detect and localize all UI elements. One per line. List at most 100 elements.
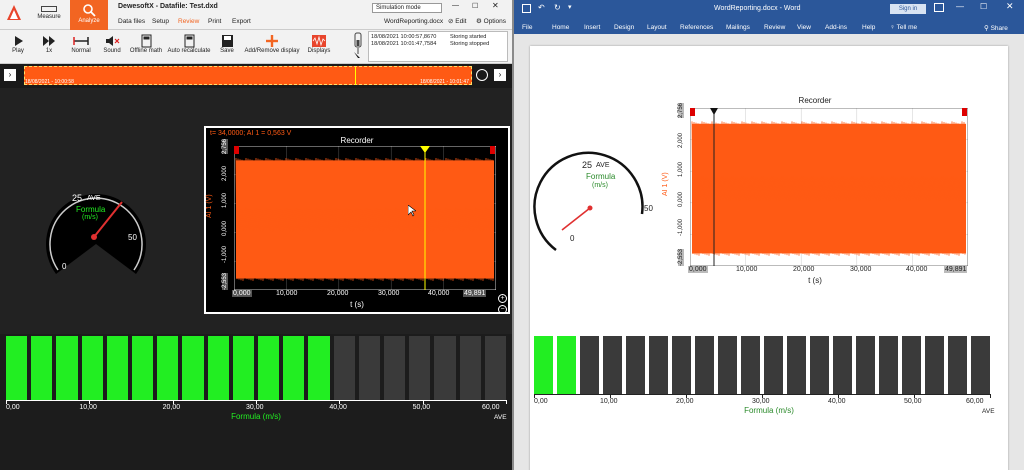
close-button[interactable]: ✕ (492, 1, 499, 10)
auto-recalculate-button[interactable]: Auto recalculate (166, 34, 212, 54)
timeline-right-button[interactable]: › (494, 69, 506, 81)
bar-indicator-display[interactable]: 0,00 10,00 20,00 30,00 40,00 50,00 60,00 Formu… (0, 334, 512, 470)
recorder-title: Recorder (340, 136, 374, 145)
ribbon-tab-view[interactable]: View (797, 24, 811, 31)
timeline-overview[interactable]: 18/08/2021 - 10:00:58 18/08/2021 - 10:01… (24, 66, 472, 85)
minimize-button[interactable]: — (956, 2, 964, 11)
range-icon (73, 37, 89, 45)
ribbon-tab-references[interactable]: References (680, 24, 713, 31)
gauge-channel-name: Formula (586, 172, 616, 181)
tab-measure[interactable]: Measure (34, 3, 64, 20)
bar-segment (106, 336, 128, 400)
clock-icon[interactable] (476, 69, 488, 81)
gauge-min-label: 0 (570, 234, 575, 243)
ribbon-tab-mailings[interactable]: Mailings (726, 24, 750, 31)
add-remove-display-button[interactable]: Add/Remove display (244, 34, 300, 54)
save-button[interactable]: Save (214, 34, 240, 54)
bar-axis-label: 10,00 (79, 404, 97, 411)
zoom-out-icon[interactable]: − (498, 305, 507, 314)
ribbon-tab-insert[interactable]: Insert (584, 24, 600, 31)
refresh-icon[interactable]: ↻ (554, 3, 561, 12)
bar-segment (810, 336, 829, 394)
bar-segment (695, 336, 714, 394)
bar-segment (925, 336, 944, 394)
bar-segment (626, 336, 645, 394)
offline-math-button[interactable]: Offline math (128, 34, 164, 54)
subtab-data-files[interactable]: Data files (118, 18, 145, 25)
subtab-review[interactable]: Review (178, 18, 199, 25)
gauge-channel-name: Formula (76, 205, 106, 214)
subtab-setup[interactable]: Setup (152, 18, 169, 25)
sign-in-button[interactable]: Sign in (890, 4, 926, 14)
tab-analyze[interactable]: Analyze (70, 0, 108, 30)
bar-axis-label: 0,00 (534, 398, 548, 405)
x-tick-label: 40,000 (906, 266, 928, 273)
gauge-value-label: 25 (582, 160, 593, 170)
bar-segments (534, 336, 990, 394)
recorder-plot[interactable] (234, 146, 496, 290)
right-cursor-marker[interactable] (962, 108, 967, 116)
x-axis-label: t (s) (808, 276, 822, 285)
normal-button[interactable]: Normal (66, 34, 96, 54)
fast-forward-icon (43, 36, 55, 46)
minimize-button[interactable]: — (452, 2, 459, 9)
ribbon-tab-file[interactable]: File (522, 24, 532, 31)
recorder-display[interactable]: t= 34,0000; AI 1 = 0,563 V Recorder AI 1… (204, 126, 510, 314)
sound-button[interactable]: Sound (98, 34, 126, 54)
dewesoft-toolbar: Play 1x Normal Sound Offline math Auto r… (0, 30, 512, 64)
ribbon-display-icon[interactable] (934, 3, 944, 12)
bar-axis-label: 0,00 (6, 404, 20, 411)
simulation-mode-box[interactable]: Simulation mode (372, 3, 442, 13)
bar-segment (902, 336, 921, 394)
recorder-ylabel: AI 1 (V) (206, 194, 213, 218)
gauge-value-label: 25 (72, 193, 83, 203)
y-tick-label: -2,553 (222, 272, 228, 290)
undo-icon[interactable]: ↶ (538, 3, 545, 12)
person-icon: ⚲ (984, 25, 989, 32)
bar-axis-label: 60,00 (482, 404, 500, 411)
bar-segment (649, 336, 668, 394)
y-tick-label: 0,000 (678, 191, 684, 207)
left-cursor-marker[interactable] (690, 108, 695, 116)
close-button[interactable]: ✕ (1006, 1, 1014, 12)
bar-segment (434, 336, 456, 400)
maximize-button[interactable]: ☐ (472, 2, 478, 10)
y-tick-label: 2,000 (678, 132, 684, 148)
maximize-button[interactable]: ☐ (980, 2, 987, 11)
share-button[interactable]: ⚲ Share (984, 24, 1008, 32)
displays-button[interactable]: Displays (304, 34, 334, 54)
speaker-muted-icon (106, 36, 120, 46)
subtab-export[interactable]: Export (232, 18, 251, 25)
gauge-unit: (m/s) (82, 214, 98, 221)
ribbon-tab-help[interactable]: Help (862, 24, 875, 31)
x-tick-label: 30,000 (850, 266, 872, 273)
dewesoft-logo-icon (6, 4, 22, 22)
bar-segment (580, 336, 599, 394)
plus-icon (266, 35, 278, 47)
timeline-cursor[interactable] (355, 67, 356, 85)
bar-segment (833, 336, 852, 394)
ribbon-tab-design[interactable]: Design (614, 24, 634, 31)
gauge-stat-label: AVE (596, 162, 610, 169)
right-cursor-marker[interactable] (490, 146, 495, 154)
options-button[interactable]: ⚙ Options (476, 17, 506, 25)
quick-access-menu-icon[interactable]: ▾ (568, 3, 572, 11)
timeline-left-button[interactable]: › (4, 69, 16, 81)
x-start-label: 0,000 (232, 290, 252, 297)
play-button[interactable]: Play (4, 34, 32, 54)
bar-segment (6, 336, 28, 400)
ribbon-tab-add-ins[interactable]: Add-ins (825, 24, 847, 31)
save-icon[interactable] (522, 4, 531, 13)
ribbon-tab-home[interactable]: Home (552, 24, 569, 31)
storing-status-icon (352, 32, 364, 60)
edit-button[interactable]: ⊘ Edit (448, 17, 466, 25)
ribbon-tab-layout[interactable]: Layout (647, 24, 667, 31)
left-cursor-marker[interactable] (234, 146, 239, 154)
tell-me-box[interactable]: ♀ Tell me (890, 24, 917, 31)
speed-button[interactable]: 1x (34, 34, 64, 54)
subtab-print[interactable]: Print (208, 18, 221, 25)
bar-segment (232, 336, 254, 400)
y-tick-label: -2,553 (678, 248, 684, 266)
zoom-in-icon[interactable]: + (498, 294, 507, 303)
ribbon-tab-review[interactable]: Review (764, 24, 785, 31)
